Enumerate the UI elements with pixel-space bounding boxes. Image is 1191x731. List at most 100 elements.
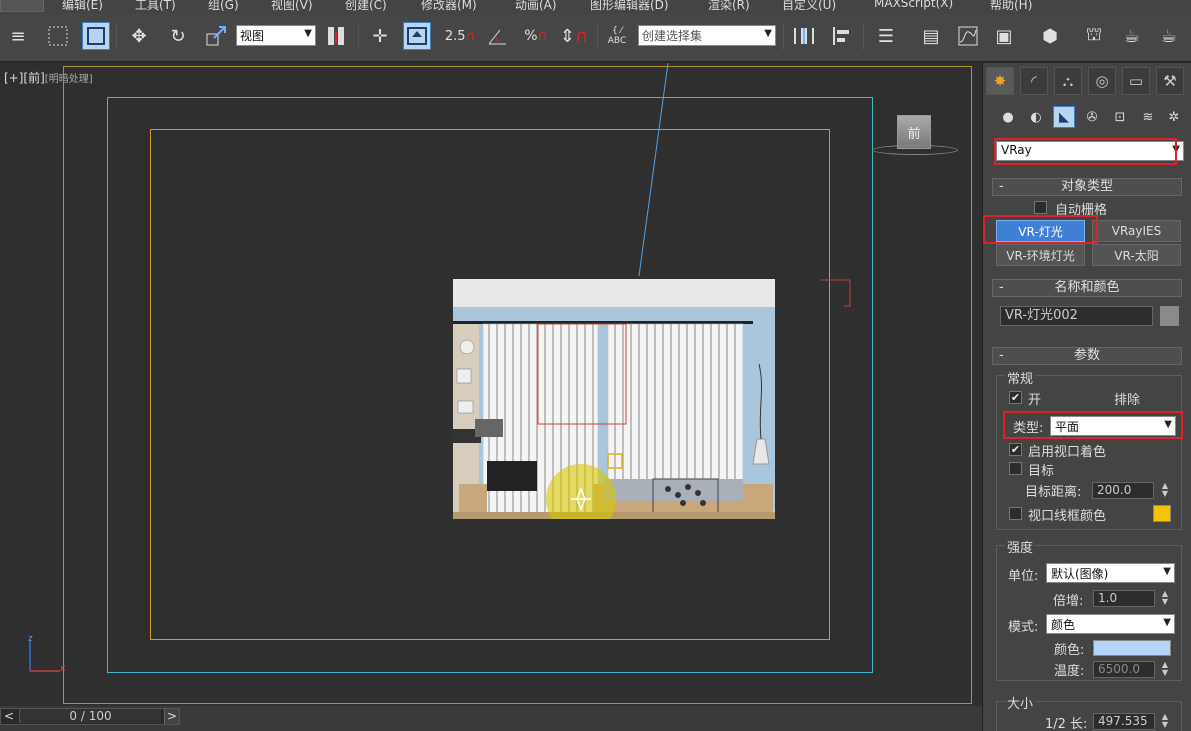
time-prev-button[interactable]: < — [4, 709, 14, 723]
target-distance-spinner[interactable]: ▲ ▼ — [1160, 482, 1170, 499]
reference-coord-select[interactable]: 视图 ▼ — [236, 25, 316, 46]
snap-toggle-icon[interactable]: 2.5 ∩ — [445, 22, 475, 50]
create-tab-icon[interactable]: ✸ — [986, 67, 1014, 95]
wire-color-swatch[interactable] — [1153, 505, 1171, 522]
object-type-rollout-header[interactable]: - 对象类型 — [992, 178, 1182, 196]
rect-selection-icon[interactable] — [44, 22, 72, 50]
wire-color-label: 视口线框颜色 — [1028, 509, 1107, 524]
multiplier-spinner[interactable]: ▲ ▼ — [1160, 590, 1170, 607]
object-color-swatch[interactable] — [1160, 306, 1179, 326]
viewport-shading-checkbox[interactable]: ✔ — [1009, 443, 1022, 456]
time-slider-value[interactable]: 0 / 100 — [19, 709, 161, 723]
menu-bar: 编辑(E) 工具(T) 组(G) 视图(V) 创建(C) 修改器(M) 动画(A… — [0, 0, 1191, 14]
object-name-input[interactable]: VR-灯光002 — [1000, 306, 1153, 326]
scene-explorer-icon[interactable]: ▤ — [917, 22, 945, 50]
viewcube-compass-ring[interactable] — [872, 145, 958, 155]
target-distance-input[interactable]: 200.0 — [1092, 482, 1154, 499]
helpers-icon[interactable]: ⊡ — [1109, 106, 1131, 128]
target-checkbox[interactable] — [1009, 462, 1022, 475]
exclude-button[interactable]: 排除 — [1114, 389, 1140, 408]
on-label: 开 — [1028, 393, 1042, 408]
half-length-label: 1/2 长: — [1045, 717, 1088, 731]
intensity-label: 强度 — [1005, 537, 1036, 556]
align-icon[interactable] — [828, 22, 856, 50]
menu-animation[interactable]: 动画(A) — [515, 0, 557, 13]
target-label: 目标 — [1028, 464, 1055, 479]
vr-sun-button[interactable]: VR-太阳 — [1092, 244, 1181, 266]
spinner-snap-icon[interactable]: ⇕ ∩ — [560, 22, 588, 50]
menu-modifiers[interactable]: 修改器(M) — [421, 0, 477, 13]
display-tab-icon[interactable]: ▭ — [1122, 67, 1150, 95]
half-length-spinner[interactable]: ▲ ▼ — [1160, 713, 1170, 730]
named-selection-set-select[interactable]: 创建选择集 ▼ — [638, 25, 776, 46]
temperature-spinner[interactable]: ▲ ▼ — [1160, 661, 1170, 678]
rotate-icon[interactable]: ↻ — [164, 22, 192, 50]
half-length-input[interactable]: 497.535 — [1093, 713, 1155, 730]
lights-icon[interactable]: ◣ — [1053, 106, 1075, 128]
cameras-icon[interactable]: ✇ — [1081, 106, 1103, 128]
systems-icon[interactable]: ✲ — [1163, 106, 1185, 128]
viewcube[interactable]: 前 — [897, 115, 931, 149]
utilities-tab-icon[interactable]: ⚒ — [1156, 67, 1184, 95]
menu-edit[interactable]: 编辑(E) — [62, 0, 103, 13]
multiplier-input[interactable]: 1.0 — [1093, 590, 1155, 607]
edit-named-sets-icon[interactable]: { ⁄ ABC — [603, 22, 631, 50]
angle-snap-icon[interactable] — [484, 22, 512, 50]
menu-view[interactable]: 视图(V) — [271, 0, 313, 13]
highlight-type — [1003, 411, 1183, 439]
geometry-icon[interactable]: ● — [997, 106, 1019, 128]
schematic-view-icon[interactable]: ▣ — [990, 22, 1018, 50]
scale-icon[interactable] — [202, 22, 230, 50]
layer-manager-icon[interactable]: ☰ — [872, 22, 900, 50]
percent-snap-icon[interactable]: % ∩ — [522, 22, 550, 50]
shapes-icon[interactable]: ◐ — [1025, 106, 1047, 128]
select-manipulate-icon[interactable]: ✛ — [366, 22, 394, 50]
modify-tab-icon[interactable]: ◜ — [1020, 67, 1048, 95]
vray-ies-button[interactable]: VRayIES — [1092, 220, 1181, 242]
pivot-center-icon[interactable] — [322, 22, 350, 50]
menu-rendering[interactable]: 渲染(R) — [708, 0, 750, 13]
move-icon[interactable]: ✥ — [125, 22, 153, 50]
menu-maxscript[interactable]: MAXScript(X) — [874, 0, 953, 10]
keyboard-shortcut-icon[interactable] — [403, 22, 431, 50]
mirror-icon[interactable] — [790, 22, 818, 50]
temperature-input[interactable]: 6500.0 — [1093, 661, 1155, 678]
menu-create[interactable]: 创建(C) — [345, 0, 387, 13]
light-color-swatch[interactable] — [1093, 640, 1171, 656]
size-label: 大小 — [1005, 693, 1036, 712]
vr-ambient-light-button[interactable]: VR-环境灯光 — [996, 244, 1085, 266]
unit-label: 单位: — [1008, 569, 1039, 584]
time-slider[interactable]: < 0 / 100 > — [0, 708, 180, 725]
parameters-rollout-header[interactable]: - 参数 — [992, 347, 1182, 365]
render-setup-icon[interactable]: ⛫ — [1080, 22, 1108, 50]
menu-customize[interactable]: 自定义(U) — [782, 0, 836, 13]
rendered-frame-window-icon[interactable]: ☕ — [1118, 22, 1146, 50]
name-color-rollout-header[interactable]: - 名称和颜色 — [992, 279, 1182, 297]
menu-graph-editors[interactable]: 图形编辑器(D) — [590, 0, 669, 13]
space-warps-icon[interactable]: ≋ — [1137, 106, 1159, 128]
viewport-front[interactable]: [+][前][明暗处理] 前 z x — [0, 63, 982, 706]
main-toolbar: ≡ ✥ ↻ 视图 ▼ ✛ 2.5 ∩ % ∩ ⇕ ∩ { ⁄ ABC 创建选择集 ▼ ☰ ▤… — [0, 14, 1191, 62]
motion-tab-icon[interactable]: ◎ — [1088, 67, 1116, 95]
select-filter-icon[interactable]: ≡ — [4, 22, 32, 50]
render-production-icon[interactable]: ☕ — [1155, 22, 1183, 50]
hierarchy-tab-icon[interactable]: ⛬ — [1054, 67, 1082, 95]
color-label: 颜色: — [1054, 643, 1085, 658]
wire-color-checkbox[interactable] — [1009, 507, 1022, 520]
material-editor-icon[interactable]: ⬢ — [1036, 22, 1064, 50]
command-panel: ✸ ◜ ⛬ ◎ ▭ ⚒ ● ◐ ◣ ✇ ⊡ ≋ ✲ VRay ▼ - 对象类型 自动… — [982, 63, 1191, 731]
on-checkbox[interactable]: ✔ — [1009, 391, 1022, 404]
autogrid-checkbox[interactable] — [1034, 201, 1047, 214]
mode-dropdown[interactable]: 颜色 ▼ — [1046, 614, 1175, 634]
curve-editor-icon[interactable] — [954, 22, 982, 50]
window-crossing-icon[interactable] — [82, 22, 110, 50]
axis-tripod-icon: z x — [28, 635, 66, 674]
app-logo-button[interactable] — [0, 0, 44, 12]
viewport-shading-label: 启用视口着色 — [1028, 445, 1107, 460]
max-window: 编辑(E) 工具(T) 组(G) 视图(V) 创建(C) 修改器(M) 动画(A… — [0, 0, 1191, 731]
menu-help[interactable]: 帮助(H) — [990, 0, 1032, 13]
time-next-button[interactable]: > — [164, 709, 179, 724]
unit-dropdown[interactable]: 默认(图像) ▼ — [1046, 563, 1175, 583]
menu-tools[interactable]: 工具(T) — [135, 0, 176, 13]
menu-group[interactable]: 组(G) — [208, 0, 239, 13]
